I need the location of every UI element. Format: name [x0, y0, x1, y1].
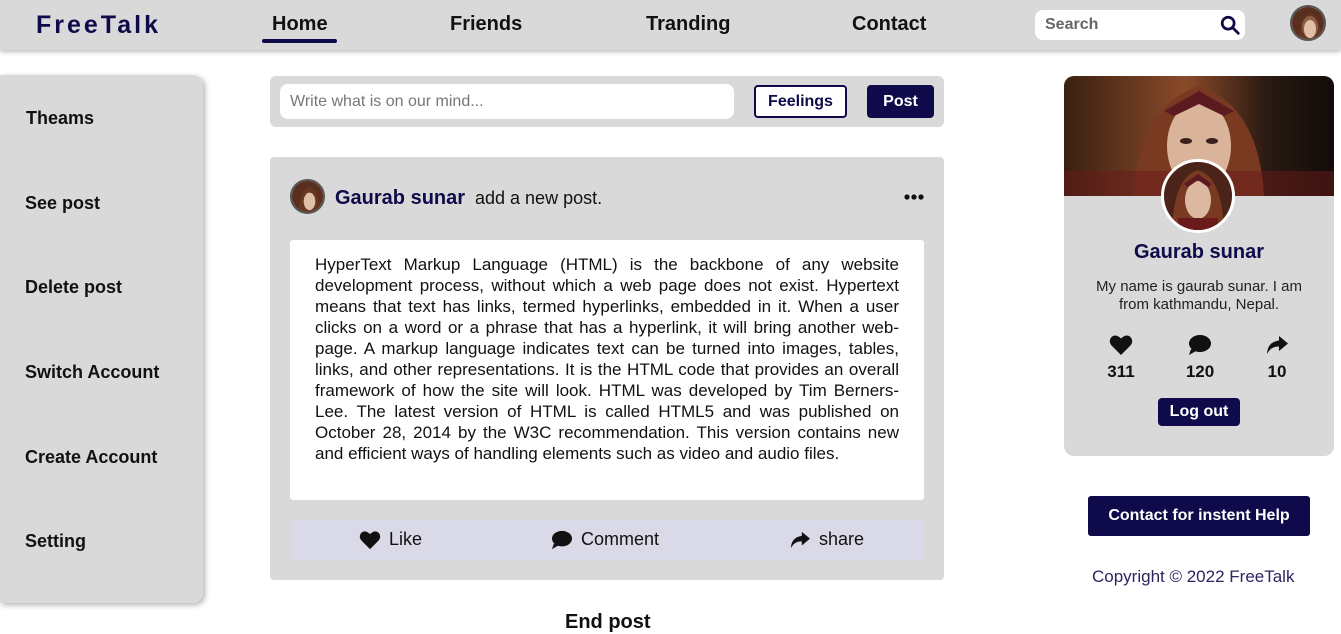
search-input[interactable]: [1045, 14, 1215, 36]
comments-stat: 120: [1175, 334, 1225, 382]
sidebar-menu: Theams See post Delete post Switch Accou…: [0, 75, 203, 603]
profile-card: Gaurab sunar My name is gaurab sunar. I …: [1064, 76, 1334, 456]
sidebar-item-create-account[interactable]: Create Account: [25, 447, 157, 468]
heart-icon: [1109, 335, 1133, 355]
share-icon: [790, 531, 810, 548]
post-action-bar: Like Comment share: [290, 520, 924, 560]
sidebar-item-switch-account[interactable]: Switch Account: [25, 362, 159, 383]
post-card: Gaurab sunar add a new post. HyperText M…: [270, 157, 944, 580]
search-icon[interactable]: [1219, 14, 1241, 36]
active-nav-indicator: [262, 39, 337, 43]
comment-label: Comment: [581, 529, 660, 549]
nav-friends[interactable]: Friends: [450, 13, 522, 36]
shares-stat: 10: [1252, 334, 1302, 382]
site-logo[interactable]: FreeTalk: [36, 11, 161, 40]
more-options-icon[interactable]: [903, 187, 925, 207]
nav-home[interactable]: Home: [272, 13, 328, 36]
comment-icon: [552, 530, 572, 549]
profile-avatar[interactable]: [1161, 159, 1235, 233]
nav-tranding[interactable]: Tranding: [646, 13, 730, 36]
like-label: Like: [389, 529, 423, 549]
share-icon: [1267, 336, 1288, 354]
copyright-text: Copyright © 2022 FreeTalk: [1092, 567, 1295, 586]
share-button[interactable]: share: [789, 529, 864, 550]
shares-count: 10: [1267, 362, 1287, 381]
post-text: HyperText Markup Language (HTML) is the …: [315, 255, 899, 463]
post-action-text: add a new post.: [475, 188, 603, 208]
likes-stat: 311: [1096, 334, 1146, 382]
user-avatar[interactable]: [1290, 5, 1326, 41]
profile-bio: My name is gaurab sunar. I am from kathm…: [1096, 278, 1302, 313]
post-composer: Feelings Post: [270, 76, 944, 127]
post-body: HyperText Markup Language (HTML) is the …: [290, 240, 924, 500]
sidebar-item-setting[interactable]: Setting: [25, 531, 86, 552]
nav-contact[interactable]: Contact: [852, 13, 926, 36]
sidebar-item-see-post[interactable]: See post: [25, 193, 100, 214]
comments-count: 120: [1185, 362, 1215, 381]
profile-name[interactable]: Gaurab sunar: [1064, 241, 1334, 264]
likes-count: 311: [1107, 362, 1135, 381]
heart-icon: [359, 530, 381, 549]
like-button[interactable]: Like: [359, 529, 422, 550]
comment-button[interactable]: Comment: [551, 529, 659, 550]
contact-help-button[interactable]: Contact for instent Help: [1088, 496, 1310, 536]
comment-icon: [1189, 335, 1211, 355]
logout-button[interactable]: Log out: [1158, 398, 1240, 426]
post-button[interactable]: Post: [867, 85, 934, 118]
feelings-button[interactable]: Feelings: [754, 85, 847, 118]
post-author-avatar[interactable]: [290, 179, 325, 214]
top-navbar: FreeTalk Home Friends Tranding Contact: [0, 0, 1341, 50]
post-author-name[interactable]: Gaurab sunar: [335, 187, 465, 210]
search-box: [1035, 10, 1245, 40]
end-post-label: End post: [565, 611, 651, 633]
post-input[interactable]: [280, 84, 734, 119]
share-label: share: [819, 529, 865, 549]
sidebar-item-delete-post[interactable]: Delete post: [25, 277, 122, 298]
sidebar-item-theams[interactable]: Theams: [26, 108, 94, 129]
